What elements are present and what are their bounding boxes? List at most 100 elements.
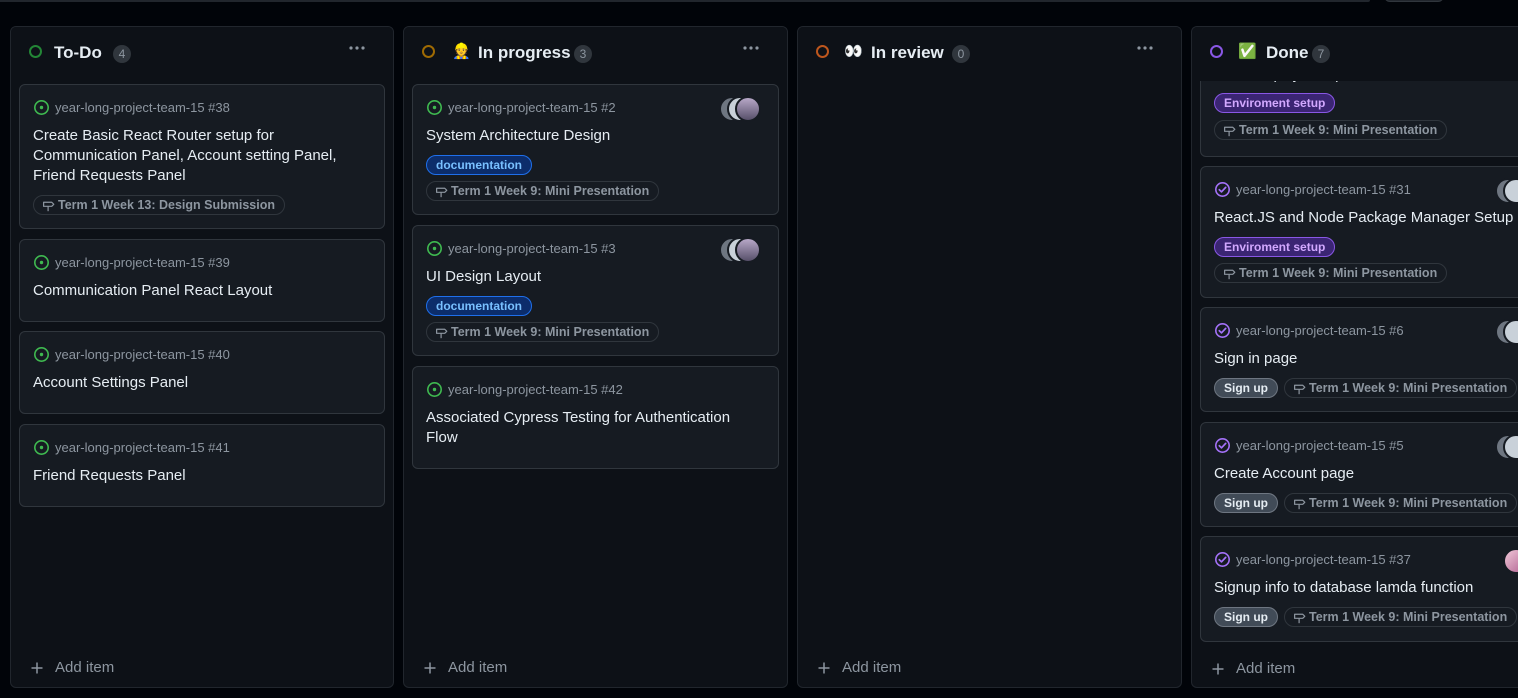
card-repo: year-long-project-team-15 #37 [1236, 552, 1411, 567]
milestone-icon [1223, 124, 1236, 137]
milestone-label: Term 1 Week 9: Mini Presentation [1309, 381, 1508, 395]
label-documentation[interactable]: documentation [426, 155, 532, 175]
issue-opened-icon [426, 99, 443, 116]
issue-card[interactable]: year-long-project-team-15 #39 Communicat… [19, 239, 385, 322]
top-toolbar [0, 0, 1518, 6]
card-title[interactable]: React.JS and Node Package Manager Setup [1214, 208, 1518, 228]
card-repo: year-long-project-team-15 #42 [448, 382, 623, 397]
eyes-emoji-icon: 👀 [844, 43, 863, 60]
kebab-horizontal-icon[interactable] [741, 41, 761, 57]
column-header: 👀 In review 0 [798, 27, 1181, 81]
milestone-label: Term 1 Week 13: Design Submission [58, 198, 275, 212]
status-circle-icon [1210, 45, 1223, 58]
column-title: In progress [478, 43, 571, 62]
card-title[interactable]: Sign in page [1214, 349, 1513, 369]
assignee-avatars[interactable] [719, 237, 767, 263]
plus-icon [424, 662, 436, 674]
issue-card[interactable]: year-long-project-team-15 #3 UI Design L… [412, 225, 779, 356]
label-environment-setup[interactable]: Enviroment setup [1214, 237, 1336, 257]
count-badge: 7 [1312, 45, 1330, 63]
issue-opened-icon [426, 240, 443, 257]
card-title[interactable]: UI Design Layout [426, 267, 764, 287]
label-environment-setup[interactable]: Enviroment setup [1214, 93, 1336, 113]
label-sign-up[interactable]: Sign up [1214, 607, 1278, 627]
issue-card[interactable]: year-long-project-team-15 #38 Create Bas… [19, 84, 385, 229]
assignee-avatars[interactable] [719, 96, 767, 122]
status-circle-icon [816, 45, 829, 58]
milestone-tag[interactable]: Term 1 Week 9: Mini Presentation [426, 181, 660, 201]
card-repo: year-long-project-team-15 #6 [1236, 323, 1404, 338]
plus-icon [818, 662, 830, 674]
card-repo: year-long-project-team-15 #31 [1236, 182, 1411, 197]
issue-card[interactable]: year-long-project-team-15 #40 Account Se… [19, 331, 385, 414]
milestone-icon [435, 326, 448, 339]
issue-closed-icon [1214, 437, 1231, 454]
milestone-tag[interactable]: Term 1 Week 9: Mini Presentation [1284, 493, 1518, 513]
label-sign-up[interactable]: Sign up [1214, 378, 1278, 398]
label-sign-up[interactable]: Sign up [1214, 493, 1278, 513]
issue-opened-icon [33, 439, 50, 456]
card-title[interactable]: Create Basic React Router setup for Comm… [33, 126, 370, 186]
milestone-icon [1293, 382, 1306, 395]
issue-card[interactable]: year-long-project-team-15 #6 Sign in pag… [1200, 307, 1518, 412]
issue-closed-icon [1214, 551, 1231, 568]
assignee-avatars[interactable] [1495, 319, 1518, 345]
milestone-label: Term 1 Week 9: Mini Presentation [451, 184, 650, 198]
kebab-horizontal-icon[interactable] [1135, 41, 1155, 57]
milestone-tag[interactable]: Term 1 Week 9: Mini Presentation [1284, 607, 1518, 627]
milestone-tag[interactable]: Term 1 Week 9: Mini Presentation [1214, 120, 1448, 140]
column-header: ✅ Done 7 [1192, 27, 1518, 81]
add-item-label: Add item [55, 659, 115, 676]
assignee-avatars[interactable] [1495, 434, 1518, 460]
milestone-icon [1293, 497, 1306, 510]
card-title[interactable]: Communication Panel React Layout [33, 281, 370, 301]
milestone-tag[interactable]: Term 1 Week 9: Mini Presentation [1284, 378, 1518, 398]
plus-icon [31, 662, 43, 674]
card-title[interactable]: Create Account page [1214, 464, 1513, 484]
assignee-avatars[interactable] [1495, 178, 1518, 204]
label-documentation[interactable]: documentation [426, 296, 532, 316]
card-title[interactable]: Associated Cypress Testing for Authentic… [426, 408, 764, 448]
issue-card[interactable]: year-long-project-team-15 #2 System Arch… [412, 84, 779, 215]
avatar [735, 96, 761, 122]
add-item-label: Add item [842, 659, 902, 676]
issue-closed-icon [1214, 181, 1231, 198]
issue-card[interactable]: year-long-project-team-15 #37 Signup inf… [1200, 536, 1518, 642]
avatar [1503, 548, 1518, 574]
milestone-tag[interactable]: Term 1 Week 9: Mini Presentation [426, 322, 660, 342]
count-badge: 0 [952, 45, 970, 63]
card-title[interactable]: System Architecture Design [426, 126, 764, 146]
column-todo: To-Do 4 year-long-project-team-15 #38 Cr… [10, 26, 394, 688]
card-repo: year-long-project-team-15 #41 [55, 440, 230, 455]
issue-card[interactable]: year-long-project-team-15 #41 Friend Req… [19, 424, 385, 507]
count-badge: 4 [113, 45, 131, 63]
assignee-avatars[interactable] [1503, 548, 1518, 574]
issue-card[interactable]: year-long-project-team-15 #5 Create Acco… [1200, 422, 1518, 527]
kebab-horizontal-icon[interactable] [347, 41, 367, 57]
milestone-icon [42, 199, 55, 212]
worker-emoji-icon: 👷 [452, 43, 471, 60]
avatar [735, 237, 761, 263]
plus-icon [1212, 663, 1224, 675]
card-title[interactable]: Signup info to database lamda function [1214, 578, 1513, 598]
column-title: Done [1266, 43, 1309, 62]
card-repo: year-long-project-team-15 #40 [55, 347, 230, 362]
status-circle-icon [422, 45, 435, 58]
card-repo: year-long-project-team-15 #2 [448, 100, 616, 115]
milestone-icon [435, 185, 448, 198]
milestone-tag[interactable]: Term 1 Week 13: Design Submission [33, 195, 285, 215]
card-repo: year-long-project-team-15 #39 [55, 255, 230, 270]
milestone-label: Term 1 Week 9: Mini Presentation [451, 325, 650, 339]
issue-card[interactable]: year-long-project-team-15 #31 React.JS a… [1200, 166, 1518, 298]
card-title[interactable]: Friend Requests Panel [33, 466, 370, 486]
top-divider [0, 0, 1370, 2]
column-done: ✅ Done 7 AWS Amplify Setup Enviroment se… [1191, 26, 1518, 688]
column-header: 👷 In progress 3 [404, 27, 787, 81]
milestone-tag[interactable]: Term 1 Week 9: Mini Presentation [1214, 263, 1448, 283]
card-title[interactable]: Account Settings Panel [33, 373, 370, 393]
add-item-label: Add item [448, 659, 508, 676]
milestone-icon [1223, 267, 1236, 280]
toolbar-button[interactable] [1384, 0, 1444, 2]
milestone-icon [1293, 611, 1306, 624]
issue-card[interactable]: year-long-project-team-15 #42 Associated… [412, 366, 779, 469]
